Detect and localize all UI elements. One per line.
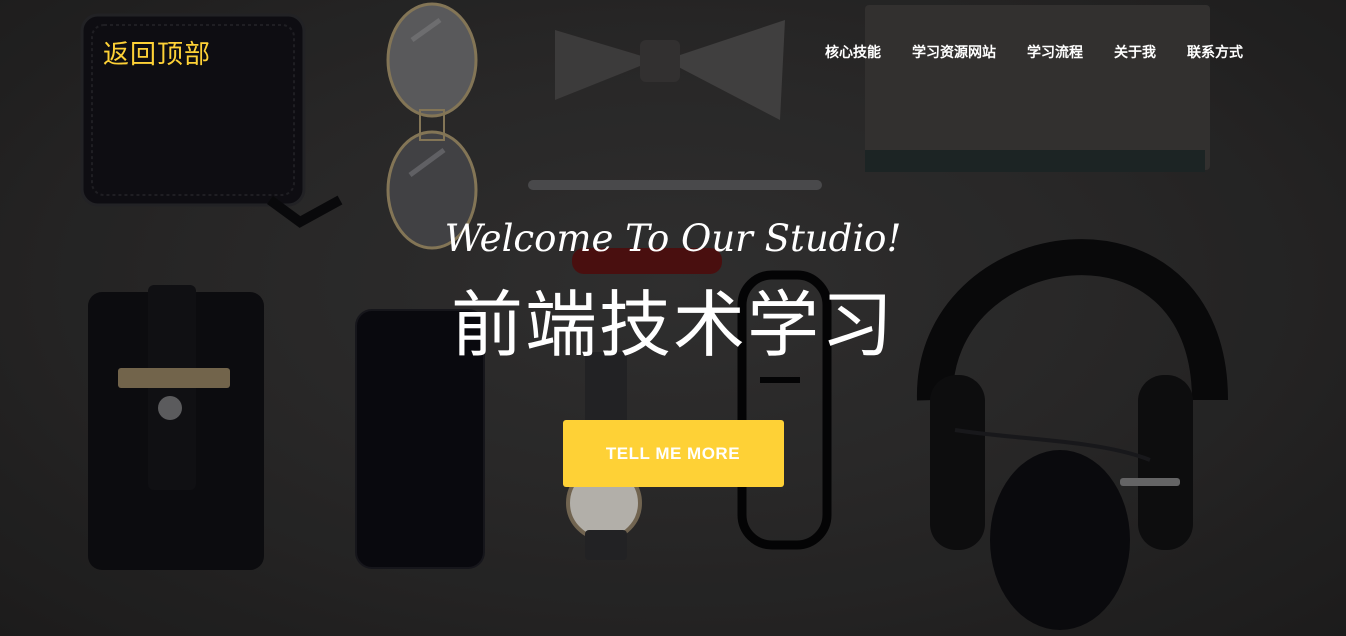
nav-link-learning-process[interactable]: 学习流程: [996, 42, 1083, 62]
nav-link-core-skills[interactable]: 核心技能: [825, 42, 881, 62]
top-navbar: 返回顶部 核心技能 学习资源网站 学习流程 关于我 联系方式: [0, 0, 1346, 100]
tell-me-more-button[interactable]: TELL ME MORE: [562, 420, 784, 487]
nav-link-about-me[interactable]: 关于我: [1083, 42, 1156, 62]
back-to-top-link[interactable]: 返回顶部: [103, 34, 211, 71]
nav-menu: 核心技能 学习资源网站 学习流程 关于我 联系方式: [825, 42, 1243, 62]
intro-heading: 前端技术学习: [450, 283, 895, 367]
intro-block: Welcome To Our Studio! 前端技术学习 TELL ME MO…: [0, 214, 1346, 487]
nav-link-contact[interactable]: 联系方式: [1156, 42, 1243, 62]
hero-section: 返回顶部 核心技能 学习资源网站 学习流程 关于我 联系方式 Welcome T…: [0, 0, 1346, 636]
nav-link-learning-resources[interactable]: 学习资源网站: [881, 42, 996, 62]
intro-lead-text: Welcome To Our Studio!: [444, 217, 902, 260]
